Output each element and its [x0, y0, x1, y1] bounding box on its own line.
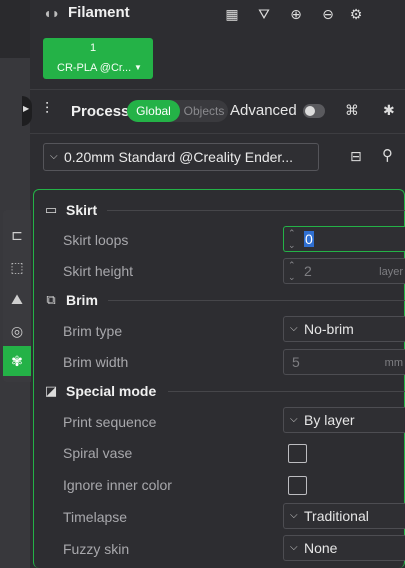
global-tab[interactable]: Global [127, 100, 180, 122]
filament-card[interactable]: 1 CR-PLA @Cr... ▼ [43, 38, 153, 79]
strength-tab-icon[interactable]: ⬚ [3, 252, 31, 282]
brim-icon: ⧉ [46, 292, 56, 307]
chevron-down-icon: ⌵ [290, 414, 298, 425]
special-mode-section-title: Special mode [66, 383, 157, 399]
divider [30, 89, 405, 90]
skirt-height-field[interactable]: ⌃ ⌄ 2 layer [283, 258, 405, 284]
brim-section-title: Brim [66, 292, 98, 308]
fuzzy-skin-select[interactable]: ⌵ None [283, 535, 405, 561]
filament-title: Filament [68, 4, 130, 21]
save-icon[interactable]: ⊟ [350, 148, 366, 164]
brim-type-select[interactable]: ⌵ No-brim [283, 316, 405, 342]
compare-icon[interactable]: ⌘ [345, 102, 359, 119]
speed-tab-icon[interactable]: ◎ [3, 316, 31, 346]
fuzzy-skin-label: Fuzzy skin [63, 541, 130, 557]
printer-sync-icon[interactable]: ▦ [222, 4, 242, 24]
print-sequence-label: Print sequence [63, 414, 157, 430]
others-tab-icon[interactable]: ✾ [3, 346, 31, 376]
ignore-inner-color-label: Ignore inner color [63, 477, 172, 493]
skirt-height-label: Skirt height [63, 263, 134, 279]
brim-type-value: No-brim [304, 321, 354, 337]
spiral-vase-label: Spiral vase [63, 445, 133, 461]
sliders-icon: ⫶ [45, 101, 50, 118]
skirt-section-title: Skirt [66, 202, 98, 218]
chevron-down-icon: ⌵ [290, 323, 298, 334]
section-divider [107, 210, 405, 211]
add-icon[interactable]: ⊕ [286, 4, 306, 24]
special-mode-icon: ◪ [44, 383, 58, 398]
chevron-down-icon: ⌵ [290, 510, 298, 521]
section-divider [108, 300, 405, 301]
stepper-icon[interactable]: ⌃ ⌄ [288, 227, 296, 251]
timelapse-select[interactable]: ⌵ Traditional [283, 503, 405, 529]
presets-icon[interactable]: ✱ [383, 102, 395, 119]
remove-icon[interactable]: ⊖ [318, 4, 338, 24]
advanced-label: Advanced [230, 102, 297, 119]
chevron-down-icon: ⌵ [50, 151, 58, 162]
brim-type-label: Brim type [63, 323, 123, 339]
dropdown-arrow-icon[interactable]: ▼ [134, 63, 142, 72]
brim-width-field[interactable]: 5 mm [283, 349, 405, 375]
filament-icon: ◖◗ [43, 5, 60, 21]
spiral-vase-checkbox[interactable] [288, 444, 307, 463]
filament-index: 1 [89, 42, 97, 54]
objects-tab[interactable]: Objects [181, 100, 227, 122]
filament-name: CR-PLA @Cr... [57, 62, 132, 74]
toggle-knob [305, 106, 315, 116]
brim-width-value: 5 [292, 354, 300, 370]
spray-icon[interactable]: ⛛ [254, 4, 274, 24]
stepper-icon[interactable]: ⌃ ⌄ [288, 259, 296, 283]
skirt-loops-value: 0 [304, 231, 314, 247]
fuzzy-skin-value: None [304, 540, 338, 556]
brim-width-label: Brim width [63, 354, 129, 370]
divider [30, 133, 405, 134]
chevron-right-icon: ▶ [23, 104, 30, 113]
print-sequence-value: By layer [304, 412, 355, 428]
brim-width-unit: mm [384, 357, 403, 369]
section-divider [168, 391, 405, 392]
print-sequence-select[interactable]: ⌵ By layer [283, 407, 405, 433]
process-preset-select[interactable]: ⌵ 0.20mm Standard @Creality Ender... [43, 143, 319, 171]
ignore-inner-color-checkbox[interactable] [288, 476, 307, 495]
settings-icon[interactable]: ⚙ [346, 4, 366, 24]
process-title: Process [71, 103, 130, 120]
collapse-handle[interactable]: ▶ [22, 96, 32, 126]
search-icon[interactable]: ⚲ [382, 146, 393, 164]
timelapse-value: Traditional [304, 508, 369, 524]
advanced-toggle[interactable] [303, 104, 325, 118]
quality-tab-icon[interactable]: ⊏ [3, 220, 31, 250]
skirt-icon: ▭ [44, 202, 58, 217]
preset-value: 0.20mm Standard @Creality Ender... [64, 149, 293, 165]
timelapse-label: Timelapse [63, 509, 128, 525]
skirt-loops-label: Skirt loops [63, 232, 129, 248]
skirt-height-unit: layer [379, 266, 403, 278]
skirt-height-value: 2 [304, 263, 312, 279]
support-tab-icon[interactable]: ⛰ [3, 284, 31, 314]
chevron-down-icon: ⌵ [290, 542, 298, 553]
left-strip-top [0, 0, 30, 58]
skirt-loops-field[interactable]: ⌃ ⌄ 0 [283, 226, 405, 252]
